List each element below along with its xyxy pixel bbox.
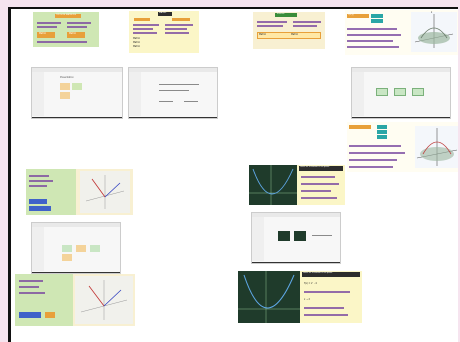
slide-label: Matriz [259, 33, 266, 36]
slide-thumbnail-3d-vectors[interactable] [26, 169, 133, 215]
slide-title: MATRIZ [159, 12, 167, 14]
function-graph [238, 271, 300, 323]
desktop-screenshot-2[interactable] [128, 67, 218, 119]
slide-label: Matriz [291, 33, 298, 36]
slide-title: TIPOS DE MATRICES [56, 14, 77, 16]
slide-thumbnail-matrices-types[interactable]: TIPOS DE MATRICES Matriz Matriz [33, 12, 99, 47]
desktop-screenshot-4[interactable] [31, 222, 121, 274]
axis-label: z [431, 11, 433, 14]
document-title: Presentation [60, 76, 74, 79]
taskbar [32, 117, 122, 118]
taskbar [129, 117, 217, 118]
slide-title: Límite de la función en un punto [300, 166, 330, 168]
3d-surface-plot [411, 12, 457, 52]
slide-label: Matriz [39, 32, 46, 35]
slide-title: Inversa [277, 13, 285, 15]
3d-vector-plot [80, 171, 130, 213]
slide-title: Límite de la función en un punto [303, 272, 333, 274]
3d-vector-plot [75, 276, 133, 324]
slide-label: f(x) = x² - 4 [304, 282, 317, 285]
slide-thumbnail-matrix-ops[interactable]: MATRIZ Matriz Matriz Matriz [129, 11, 199, 53]
taskbar [252, 262, 340, 263]
3d-surface-plot [415, 126, 458, 168]
slide-thumbnail-3d-vectors-2[interactable] [15, 274, 135, 326]
slide-label: Matriz [133, 45, 140, 48]
desktop-screenshot-5[interactable] [251, 212, 341, 264]
taskbar [352, 117, 450, 118]
slide-label: f(x,y) [348, 13, 354, 16]
slide-thumbnail-3d-graph[interactable]: f(x,y) z [345, 10, 458, 55]
graph-thumbnail-dark-2[interactable]: Límite de la función en un punto f(x) = … [238, 271, 362, 323]
collage-page: TIPOS DE MATRICES Matriz Matriz MATRIZ M… [8, 7, 458, 342]
function-graph [249, 165, 297, 205]
slide-thumbnail-inverse[interactable]: Inversa Matriz Matriz [253, 12, 325, 49]
desktop-screenshot-1[interactable]: Presentation [31, 67, 123, 119]
graph-thumbnail-dark[interactable]: Límite de la función en un punto [249, 165, 345, 205]
desktop-screenshot-3[interactable] [351, 67, 451, 119]
slide-thumbnail-3d-graph-2[interactable] [347, 122, 458, 172]
slide-label: Matriz [69, 32, 76, 35]
slide-label: x → 2 [304, 298, 310, 301]
